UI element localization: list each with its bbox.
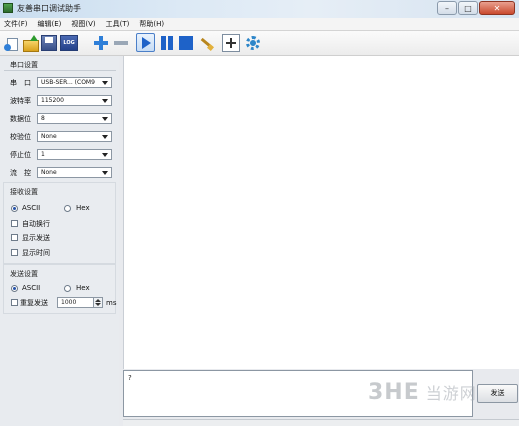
databits-value: 8 [41, 115, 45, 122]
menu-edit[interactable]: 编辑(E) [33, 19, 67, 29]
parity-value: None [41, 133, 57, 140]
watermark: 3HE 当游网 [368, 379, 477, 405]
stopbits-value: 1 [41, 151, 45, 158]
port-select[interactable]: USB-SER... (COM9 [37, 77, 112, 88]
send-hex-radio[interactable] [64, 285, 71, 292]
watermark-logo: 3HE [368, 379, 420, 405]
settings-icon[interactable] [245, 35, 261, 51]
app-icon [3, 3, 13, 13]
chevron-down-icon [102, 117, 108, 121]
flowcontrol-select[interactable]: None [37, 167, 112, 178]
menu-view[interactable]: 视图(V) [66, 19, 100, 29]
serial-settings-title: 串口设置 [10, 61, 38, 69]
baud-select[interactable]: 115200 [37, 95, 112, 106]
flowcontrol-label: 流 控 [10, 169, 31, 177]
show-time-label: 显示时间 [22, 249, 50, 257]
repeat-interval-stepper[interactable]: 1000 [57, 297, 103, 308]
maximize-button[interactable]: □ [458, 1, 478, 15]
receive-ascii-label: ASCII [22, 204, 41, 212]
repeat-send-label: 重复发送 [20, 299, 48, 307]
pause-icon[interactable] [159, 35, 175, 51]
auto-newline-checkbox[interactable] [11, 220, 18, 227]
close-button[interactable]: ✕ [479, 1, 515, 15]
show-send-checkbox[interactable] [11, 234, 18, 241]
stopbits-select[interactable]: 1 [37, 149, 112, 160]
open-icon[interactable] [22, 35, 39, 52]
show-send-label: 显示发送 [22, 234, 50, 242]
window-controls: – □ ✕ [436, 1, 515, 16]
watermark-text: 当游网 [425, 384, 477, 403]
flowcontrol-value: None [41, 169, 57, 176]
send-button[interactable]: 发送 [477, 384, 518, 403]
send-input-text: ? [128, 374, 132, 382]
chevron-down-icon [102, 171, 108, 175]
show-time-checkbox[interactable] [11, 249, 18, 256]
new-icon[interactable] [4, 37, 18, 51]
chevron-down-icon [102, 81, 108, 85]
start-icon[interactable] [136, 33, 155, 52]
receive-area[interactable] [123, 56, 519, 369]
parity-label: 校验位 [10, 133, 31, 141]
chevron-down-icon [102, 153, 108, 157]
send-settings-title: 发送设置 [10, 270, 38, 278]
window-title: 友善串口调试助手 [17, 4, 81, 13]
stepper-arrows-icon[interactable] [93, 298, 102, 307]
menu-file[interactable]: 文件(F) [0, 19, 33, 29]
add-icon[interactable] [93, 35, 109, 51]
menu-bar: 文件(F) 编辑(E) 视图(V) 工具(T) 帮助(H) [0, 18, 519, 31]
stopbits-label: 停止位 [10, 151, 31, 159]
databits-select[interactable]: 8 [37, 113, 112, 124]
baud-value: 115200 [41, 97, 64, 104]
title-bar: 友善串口调试助手 – □ ✕ [0, 0, 519, 19]
log-icon[interactable]: LOG [60, 35, 78, 51]
baud-label: 波特率 [10, 97, 31, 105]
divider [4, 70, 116, 71]
send-ascii-radio[interactable] [11, 285, 18, 292]
remove-icon[interactable] [113, 35, 129, 51]
add-frame-icon[interactable] [222, 34, 240, 52]
receive-hex-label: Hex [76, 204, 90, 212]
menu-help[interactable]: 帮助(H) [134, 19, 169, 29]
repeat-send-checkbox[interactable] [11, 299, 18, 306]
status-bar [123, 419, 519, 426]
receive-hex-radio[interactable] [64, 205, 71, 212]
toolbar: LOG [0, 31, 519, 56]
save-icon[interactable] [41, 35, 57, 51]
receive-ascii-radio[interactable] [11, 205, 18, 212]
clear-icon[interactable] [198, 35, 215, 52]
chevron-down-icon [102, 99, 108, 103]
send-ascii-label: ASCII [22, 284, 41, 292]
port-value: USB-SER... (COM9 [41, 79, 95, 86]
port-label: 串 口 [10, 79, 31, 87]
receive-settings-title: 接收设置 [10, 188, 38, 196]
send-hex-label: Hex [76, 284, 90, 292]
auto-newline-label: 自动换行 [22, 220, 50, 228]
repeat-unit-label: ms [106, 299, 117, 307]
minimize-button[interactable]: – [437, 1, 457, 15]
databits-label: 数据位 [10, 115, 31, 123]
left-panel: 串口设置 串 口 USB-SER... (COM9 波特率 115200 数据位… [0, 56, 119, 426]
stop-icon[interactable] [179, 36, 193, 50]
chevron-down-icon [102, 135, 108, 139]
parity-select[interactable]: None [37, 131, 112, 142]
repeat-interval-value: 1000 [61, 299, 77, 306]
menu-tools[interactable]: 工具(T) [101, 19, 135, 29]
